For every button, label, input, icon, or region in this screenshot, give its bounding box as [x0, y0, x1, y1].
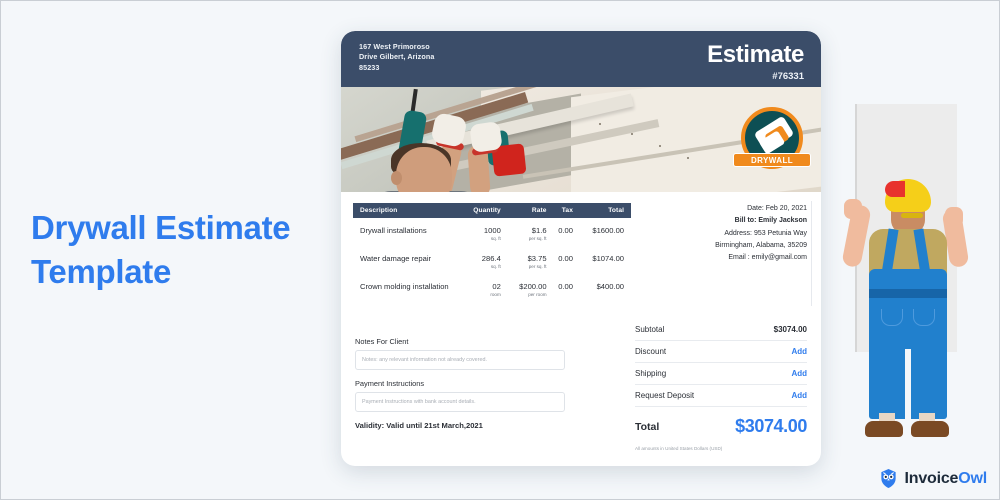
cell-description: Crown molding installation	[360, 282, 449, 291]
column-tax: Tax	[561, 207, 573, 214]
cell-quantity: 02 room	[455, 282, 501, 297]
grand-total-row: Total $3074.00	[635, 407, 807, 443]
cell-rate-value: $3.75	[527, 254, 547, 263]
notes-block: Notes For Client Notes: any relevant inf…	[355, 337, 565, 430]
card-header: 167 West Primoroso Drive Gilbert, Arizon…	[341, 31, 821, 87]
bill-to-name: Bill to: Emily Jackson	[734, 217, 807, 225]
worker-boot-right	[911, 421, 949, 437]
photo-glove-right	[469, 121, 503, 153]
items-table: Description Quantity Rate Tax Total Dryw…	[353, 203, 631, 302]
payment-instructions-input[interactable]: Payment Instructions with bank account d…	[355, 392, 565, 412]
cell-rate: $1.6 per sq. ft	[501, 226, 547, 241]
overall-belt	[869, 289, 947, 298]
bill-to-address-line1: Address: 953 Petunia Way	[724, 229, 807, 237]
vertical-divider	[811, 201, 812, 306]
cell-rate-unit: per room	[528, 292, 547, 297]
cell-rate-value: $200.00	[519, 282, 547, 291]
invoiceowl-logo[interactable]: InvoiceOwl	[879, 468, 987, 489]
table-row: Drywall installations 1000 sq. ft $1.6 p…	[353, 218, 631, 246]
add-deposit-link[interactable]: Add	[791, 391, 807, 400]
photo-screw	[631, 133, 633, 135]
deposit-row: Request Deposit Add	[635, 385, 807, 407]
cell-rate-unit: per sq. ft	[528, 264, 547, 269]
payment-instructions-label: Payment Instructions	[355, 379, 425, 388]
total-value: $3074.00	[735, 416, 807, 436]
worker-illustration	[841, 101, 1000, 451]
validity-text: Validity: Valid until 21st March,2021	[355, 421, 483, 430]
cell-quantity-unit: room	[490, 292, 501, 297]
cell-quantity-value: 1000	[483, 226, 501, 235]
notes-label: Notes For Client	[355, 337, 409, 346]
cell-tax: 0.00	[558, 254, 573, 263]
cell-quantity-value: 286.4	[481, 254, 501, 263]
photo-worker-ear	[391, 171, 402, 185]
logo-text-owl: Owl	[958, 469, 987, 487]
cell-rate-value: $1.6	[531, 226, 547, 235]
cell-quantity-unit: sq. ft	[490, 236, 501, 241]
add-shipping-link[interactable]: Add	[791, 369, 807, 378]
hard-hat-brim	[901, 213, 923, 218]
page-title: Drywall Estimate Template	[31, 209, 291, 290]
estimate-card: 167 West Primoroso Drive Gilbert, Arizon…	[341, 31, 821, 466]
cell-tax: 0.00	[558, 226, 573, 235]
cell-description: Drywall installations	[360, 226, 427, 235]
cell-total: $1600.00	[592, 226, 625, 235]
column-description: Description	[360, 207, 398, 214]
notes-input[interactable]: Notes: any relevant information not alre…	[355, 350, 565, 370]
column-total: Total	[608, 207, 625, 214]
worker-boot-left	[865, 421, 903, 437]
cell-description: Water damage repair	[360, 254, 432, 263]
owl-icon	[880, 469, 896, 488]
page-canvas: Drywall Estimate Template 167 West Primo…	[1, 1, 999, 499]
worker-hand-right	[945, 207, 963, 227]
photo-screw	[687, 157, 689, 159]
table-header-row: Description Quantity Rate Tax Total	[353, 203, 631, 218]
subtotal-label: Subtotal	[635, 325, 665, 334]
overall-pocket-right	[913, 309, 935, 326]
hero-photo: DRYWALL	[341, 87, 821, 192]
hard-hat-band	[885, 181, 905, 197]
photo-screw	[599, 123, 601, 125]
shipping-row: Shipping Add	[635, 363, 807, 385]
cell-quantity-value: 02	[492, 282, 501, 291]
subtotal-value: $3074.00	[773, 325, 807, 334]
cell-tax: 0.00	[558, 282, 573, 291]
bill-to-block: Date: Feb 20, 2021 Bill to: Emily Jackso…	[635, 203, 807, 264]
leg-gap	[905, 349, 911, 421]
bill-to-address-line2: Birmingham, Alabama, 35209	[715, 241, 807, 249]
column-rate: Rate	[531, 207, 547, 214]
column-quantity: Quantity	[473, 207, 501, 214]
cell-total: $1074.00	[592, 254, 625, 263]
subtotal-row: Subtotal $3074.00	[635, 319, 807, 341]
table-row: Water damage repair 286.4 sq. ft $3.75 p…	[353, 246, 631, 274]
badge-label: DRYWALL	[733, 153, 811, 167]
cell-quantity: 286.4 sq. ft	[455, 254, 501, 269]
discount-label: Discount	[635, 347, 667, 356]
overall-pocket-left	[881, 309, 903, 326]
shipping-label: Shipping	[635, 369, 667, 378]
discount-row: Discount Add	[635, 341, 807, 363]
cell-rate: $3.75 per sq. ft	[501, 254, 547, 269]
add-discount-link[interactable]: Add	[791, 347, 807, 356]
cell-quantity: 1000 sq. ft	[455, 226, 501, 241]
estimate-number: #76331	[772, 71, 804, 82]
total-label: Total	[635, 420, 660, 433]
table-row: Crown molding installation 02 room $200.…	[353, 274, 631, 302]
cell-total: $400.00	[596, 282, 625, 291]
estimate-date: Date: Feb 20, 2021	[747, 205, 807, 212]
deposit-label: Request Deposit	[635, 391, 695, 400]
cell-rate-unit: per sq. ft	[528, 236, 547, 241]
photo-worker-head	[396, 147, 452, 192]
logo-text: InvoiceOwl	[904, 469, 988, 488]
totals-block: Subtotal $3074.00 Discount Add Shipping …	[635, 319, 807, 451]
company-address: 167 West Primoroso Drive Gilbert, Arizon…	[359, 42, 435, 72]
logo-text-invoice: Invoice	[904, 469, 959, 487]
cell-rate: $200.00 per room	[501, 282, 547, 297]
currency-note: All amounts in United States Dollars (US…	[635, 446, 723, 451]
bill-to-email: Email : emily@gmail.com	[728, 254, 807, 261]
worker-hand-left	[844, 199, 862, 219]
cell-quantity-unit: sq. ft	[490, 264, 501, 269]
document-title: Estimate	[707, 41, 804, 68]
photo-screw	[659, 145, 661, 147]
